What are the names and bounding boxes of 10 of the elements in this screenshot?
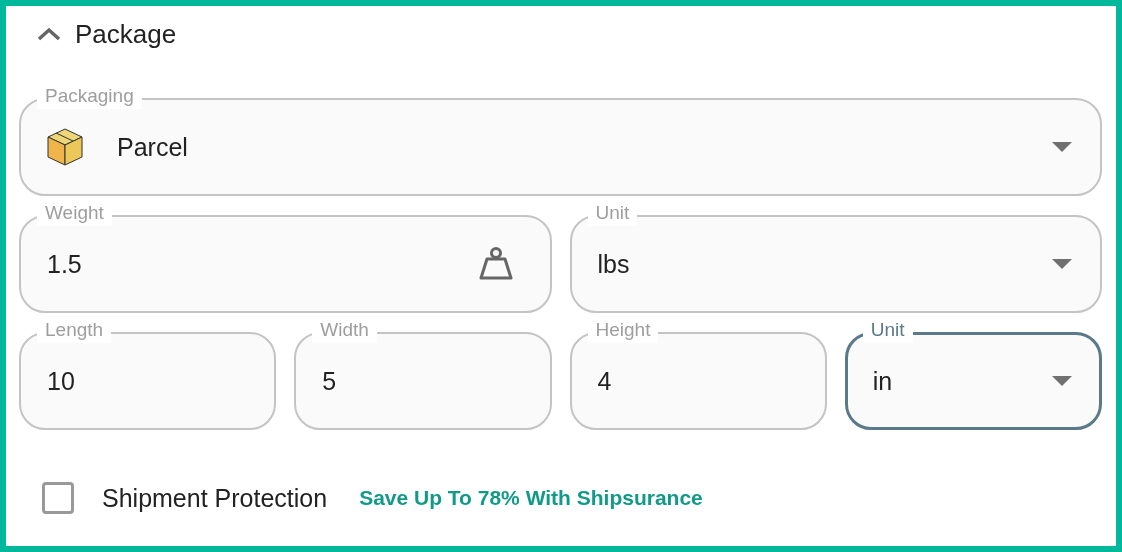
checkbox[interactable] bbox=[42, 482, 74, 514]
box-icon bbox=[47, 128, 83, 166]
checkbox-label: Shipment Protection bbox=[102, 483, 328, 513]
shipsurance-link[interactable]: Save Up To 78% With Shipsurance bbox=[359, 486, 703, 510]
section-title: Package bbox=[75, 18, 177, 50]
dropdown-arrow-icon bbox=[1052, 259, 1072, 269]
dropdown-arrow-icon bbox=[1052, 142, 1072, 152]
weight-icon bbox=[477, 247, 514, 281]
chevron-icon[interactable] bbox=[37, 27, 61, 41]
dropdown-arrow-icon bbox=[1052, 376, 1072, 386]
